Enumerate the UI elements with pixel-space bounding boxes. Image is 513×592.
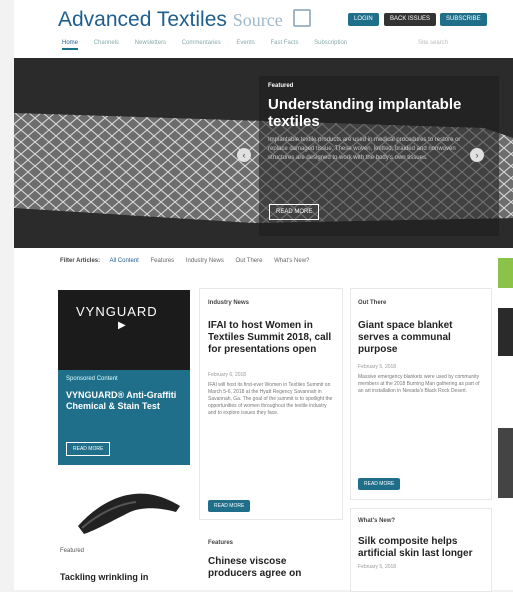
nav-item-home[interactable]: Home xyxy=(62,40,79,50)
hero-excerpt: Implantable textile products are used in… xyxy=(268,137,461,161)
back-issues-button[interactable]: BACK ISSUES xyxy=(384,13,437,26)
nav-item-channels[interactable]: Channels xyxy=(94,40,119,46)
ad-logo: VYNGUARD xyxy=(76,304,158,319)
right-rail-image[interactable] xyxy=(498,308,513,356)
nav-item-fast-facts[interactable]: Fast Facts xyxy=(270,40,298,46)
logo-source-text: Source xyxy=(232,10,283,30)
filter-option-all[interactable]: All Content xyxy=(109,258,138,264)
filter-option-whats-new[interactable]: What’s New? xyxy=(274,258,309,264)
hero-next-arrow-icon[interactable]: › xyxy=(470,148,484,162)
hero-prev-arrow-icon[interactable]: ‹ xyxy=(237,148,251,162)
filter-label: Filter Articles: xyxy=(60,258,101,264)
play-icon[interactable]: ▶ xyxy=(118,320,126,331)
featured-bottom-label: Featured xyxy=(60,548,85,554)
filter-option-features[interactable]: Features xyxy=(151,258,175,264)
industry-news-label: Industry News xyxy=(208,300,250,306)
out-there-excerpt: Massive emergency blankets were used by … xyxy=(358,374,480,394)
nav-item-commentaries[interactable]: Commentaries xyxy=(182,40,221,46)
filter-option-out-there[interactable]: Out There xyxy=(236,258,263,264)
logo-main-text: Advanced Textiles xyxy=(58,8,227,31)
whats-new-label: What's New? xyxy=(358,518,396,524)
featured-bottom-title[interactable]: Tackling wrinkling in xyxy=(60,572,148,582)
industry-news-read-more-button[interactable]: READ MORE xyxy=(208,500,251,512)
hero-title[interactable]: Understanding implantable textiles xyxy=(268,96,478,130)
out-there-read-more-button[interactable]: READ MORE xyxy=(358,478,401,490)
industry-news-excerpt: IFAI will host its first-ever Women in T… xyxy=(208,382,333,416)
nav-item-subscription[interactable]: Subscription xyxy=(314,40,347,46)
hero-banner: ‹ › Featured Understanding implantable t… xyxy=(14,58,513,248)
logo-mark-icon xyxy=(292,9,311,27)
out-there-title[interactable]: Giant space blanket serves a communal pu… xyxy=(358,320,484,356)
whats-new-date: February 5, 2018 xyxy=(358,564,397,570)
main-nav: Home Channels Newsletters Commentaries E… xyxy=(62,40,361,50)
site-logo[interactable]: Advanced Textiles Source xyxy=(58,8,311,32)
out-there-date: February 5, 2018 xyxy=(358,364,397,370)
filter-bar: Filter Articles: All Content Features In… xyxy=(60,258,319,264)
nav-item-events[interactable]: Events xyxy=(236,40,254,46)
sponsored-read-more-button[interactable]: READ MORE xyxy=(66,442,111,456)
sponsored-label: Sponsored Content xyxy=(66,376,118,382)
filter-option-industry-news[interactable]: Industry News xyxy=(186,258,224,264)
features-label: Features xyxy=(208,540,234,546)
site-search-input[interactable]: Site search xyxy=(418,40,448,46)
whats-new-title[interactable]: Silk composite helps artificial skin las… xyxy=(358,536,484,560)
industry-news-date: February 6, 2018 xyxy=(208,372,247,378)
ad-video-thumbnail[interactable]: VYNGUARD ▶ xyxy=(58,290,190,370)
login-button[interactable]: LOGIN xyxy=(348,13,379,26)
hero-read-more-button[interactable]: READ MORE xyxy=(269,204,320,220)
nav-item-newsletters[interactable]: Newsletters xyxy=(135,40,166,46)
right-rail-image-2[interactable] xyxy=(498,428,513,498)
page: Advanced Textiles Source LOGIN BACK ISSU… xyxy=(14,0,513,592)
out-there-label: Out There xyxy=(358,300,387,306)
subscribe-button[interactable]: SUBSCRIBE xyxy=(440,13,487,26)
sponsored-title[interactable]: VYNGUARD® Anti-Graffiti Chemical & Stain… xyxy=(66,390,184,412)
right-rail-ad[interactable] xyxy=(498,258,513,288)
featured-product-image[interactable] xyxy=(74,478,184,538)
industry-news-title[interactable]: IFAI to host Women in Textiles Summit 20… xyxy=(208,320,336,356)
site-header: Advanced Textiles Source LOGIN BACK ISSU… xyxy=(14,0,513,58)
right-rail-partial xyxy=(498,248,513,590)
hero-label: Featured xyxy=(268,83,294,89)
sponsored-card: Sponsored Content VYNGUARD® Anti-Graffit… xyxy=(58,370,190,465)
features-title[interactable]: Chinese viscose producers agree on xyxy=(208,556,336,580)
